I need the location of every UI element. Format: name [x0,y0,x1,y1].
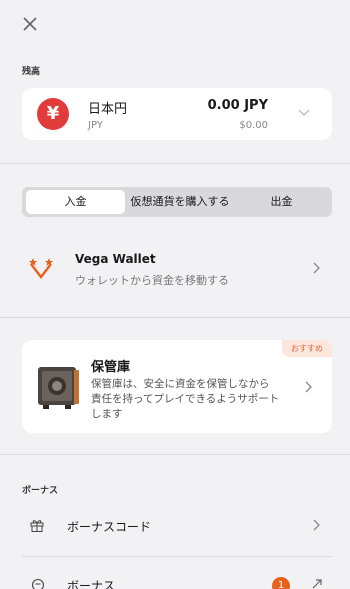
vault-card[interactable]: おすすめ 保管庫 保管庫は、安全に資金を保管しなから 責任を持ってプレイできるよ… [22,340,332,433]
balance-section-label: 残高 [22,67,41,77]
payment-tabs: 入金 仮想通貨を購入する 出金 [22,187,332,217]
divider [0,317,350,318]
vault-description-line2: 責任を持ってプレイできるようサポート [91,393,280,405]
chevron-down-icon[interactable] [298,106,310,118]
vault-title: 保管庫 [91,360,131,375]
gift-icon [30,520,44,532]
bonus-row[interactable] [0,567,350,589]
balance-card[interactable]: ¥ 日本円 JPY 0.00 JPY $0.00 [22,88,332,140]
vault-safe-icon [38,367,79,409]
vega-wallet-subtitle: ウォレットから資金を移動する [75,274,229,287]
chevron-right-icon [313,519,320,531]
divider [22,556,332,557]
recommended-badge: おすすめ [282,340,332,357]
currency-name: 日本円 [88,102,128,117]
bonus-section-label: ボーナス [22,486,59,496]
balance-usd-value: $0.00 [239,120,268,131]
bonus-code-row[interactable] [0,505,350,545]
bonus-label: ボーナス [67,579,116,589]
currency-code: JPY [88,120,103,131]
tab-withdraw[interactable]: 出金 [235,190,328,214]
vault-description-line3: します [91,408,123,420]
tab-deposit[interactable]: 入金 [26,190,125,214]
chevron-right-icon [305,381,312,393]
bonus-icon [31,578,45,589]
vega-logo-icon [28,258,54,279]
vega-wallet-title: Vega Wallet [75,252,156,266]
yen-icon: ¥ [37,98,69,130]
bonus-code-label: ボーナスコード [67,520,152,534]
bonus-count-badge: 1 [272,577,290,589]
balance-amount: 0.00 JPY [207,98,268,113]
vault-description-line1: 保管庫は、安全に資金を保管しなから [91,378,270,390]
tab-buy-crypto[interactable]: 仮想通貨を購入する [125,190,235,214]
external-link-icon [312,579,322,589]
chevron-right-icon [313,262,320,274]
close-icon[interactable] [22,16,38,32]
